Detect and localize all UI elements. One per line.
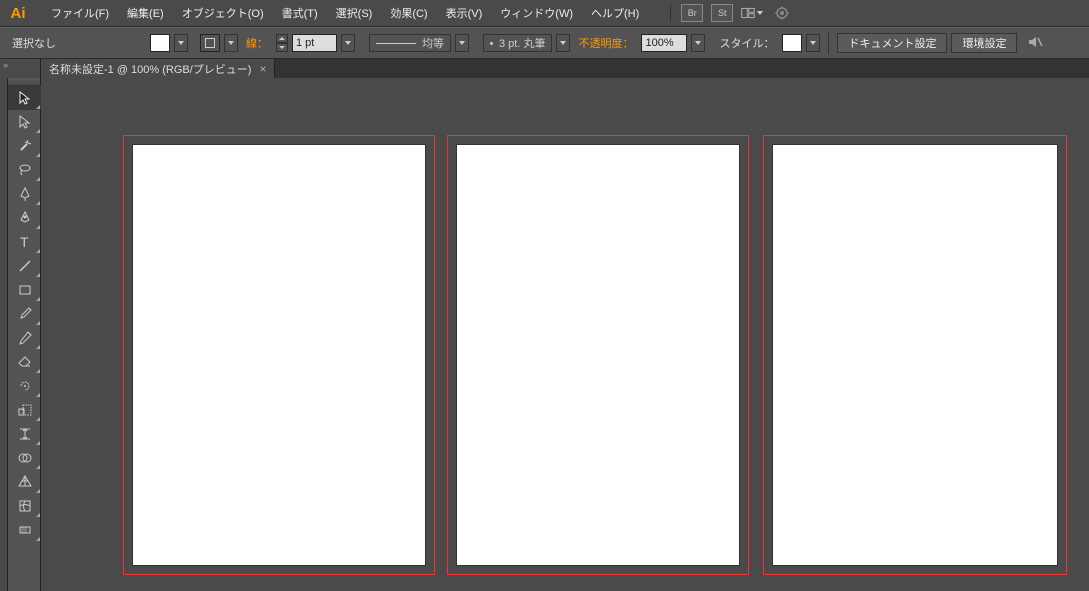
direct-selection-tool[interactable] — [8, 110, 41, 134]
artboard-2-outline — [447, 135, 749, 575]
width-tool[interactable] — [8, 422, 41, 446]
document-tab[interactable]: 名称未設定-1 @ 100% (RGB/プレビュー) × — [41, 59, 275, 78]
fill-swatch[interactable] — [150, 34, 170, 52]
stroke-label[interactable]: 線： — [242, 35, 272, 51]
style-swatch[interactable] — [782, 34, 802, 52]
arrange-docs-icon[interactable] — [741, 4, 763, 22]
tool-panel-grip[interactable] — [8, 78, 40, 86]
tab-gutter[interactable] — [0, 59, 41, 78]
control-bar: 選択なし 線： 1 pt 均等 3 pt. 丸筆 不透明度： 100% スタイル… — [0, 27, 1089, 59]
mesh-tool[interactable] — [8, 494, 41, 518]
app-logo: Ai — [4, 0, 32, 27]
menu-window[interactable]: ウィンドウ(W) — [491, 1, 582, 25]
shape-builder-tool[interactable] — [8, 446, 41, 470]
stock-icon[interactable]: St — [711, 4, 733, 22]
opacity-dropdown[interactable] — [691, 34, 705, 52]
stroke-weight-dropdown[interactable] — [341, 34, 355, 52]
menu-effect[interactable]: 効果(C) — [381, 1, 436, 25]
opacity-label[interactable]: 不透明度： — [574, 35, 637, 51]
stroke-profile[interactable]: 均等 — [369, 34, 451, 52]
menu-help[interactable]: ヘルプ(H) — [582, 1, 648, 25]
menu-view[interactable]: 表示(V) — [437, 1, 492, 25]
style-dropdown[interactable] — [806, 34, 820, 52]
artboard-1-outline — [123, 135, 435, 575]
selection-status: 選択なし — [10, 35, 62, 51]
doc-setup-button[interactable]: ドキュメント設定 — [837, 33, 947, 53]
artboard-3-outline — [763, 135, 1067, 575]
artboard-2[interactable] — [456, 144, 740, 566]
tool-panel: T — [8, 78, 41, 591]
prefs-button[interactable]: 環境設定 — [951, 33, 1017, 53]
brush-dropdown[interactable] — [556, 34, 570, 52]
stroke-weight-input[interactable]: 1 pt — [292, 34, 337, 52]
paintbrush-tool[interactable] — [8, 302, 41, 326]
document-tab-title: 名称未設定-1 @ 100% (RGB/プレビュー) — [49, 61, 251, 77]
gpu-icon[interactable] — [771, 4, 793, 22]
artboard-3[interactable] — [772, 144, 1058, 566]
panel-collapse-gutter[interactable] — [0, 78, 8, 591]
menu-type[interactable]: 書式(T) — [273, 1, 327, 25]
stroke-profile-dropdown[interactable] — [455, 34, 469, 52]
artboard-1[interactable] — [132, 144, 426, 566]
menu-bar: Ai ファイル(F) 編集(E) オブジェクト(O) 書式(T) 選択(S) 効… — [0, 0, 1089, 27]
rotate-tool[interactable] — [8, 374, 41, 398]
menu-select[interactable]: 選択(S) — [327, 1, 382, 25]
stroke-spinner[interactable] — [276, 34, 288, 52]
pen-tool[interactable] — [8, 182, 41, 206]
brush-label: 3 pt. 丸筆 — [499, 35, 545, 51]
rectangle-tool[interactable] — [8, 278, 41, 302]
menu-edit[interactable]: 編集(E) — [118, 1, 173, 25]
lasso-tool[interactable] — [8, 158, 41, 182]
opacity-input[interactable]: 100% — [641, 34, 687, 52]
type-tool[interactable]: T — [8, 230, 41, 254]
tab-close-icon[interactable]: × — [259, 62, 266, 76]
perspective-tool[interactable] — [8, 470, 41, 494]
svg-text:T: T — [20, 234, 29, 250]
style-label: スタイル： — [709, 35, 778, 51]
speaker-icon[interactable] — [1027, 35, 1045, 52]
canvas[interactable] — [41, 78, 1089, 591]
line-tool[interactable] — [8, 254, 41, 278]
curvature-tool[interactable] — [8, 206, 41, 230]
menu-file[interactable]: ファイル(F) — [42, 1, 118, 25]
scale-tool[interactable] — [8, 398, 41, 422]
selection-tool[interactable] — [8, 86, 41, 110]
eraser-tool[interactable] — [8, 350, 41, 374]
magic-wand-tool[interactable] — [8, 134, 41, 158]
tab-bar: 名称未設定-1 @ 100% (RGB/プレビュー) × — [0, 59, 1089, 78]
pencil-tool[interactable] — [8, 326, 41, 350]
bridge-icon[interactable]: Br — [681, 4, 703, 22]
profile-label: 均等 — [422, 35, 444, 51]
fill-dropdown[interactable] — [174, 34, 188, 52]
main-area: T — [0, 78, 1089, 591]
gradient-tool[interactable] — [8, 518, 41, 542]
stroke-dropdown[interactable] — [224, 34, 238, 52]
menu-object[interactable]: オブジェクト(O) — [173, 1, 273, 25]
stroke-swatch[interactable] — [200, 34, 220, 52]
brush-def[interactable]: 3 pt. 丸筆 — [483, 34, 552, 52]
